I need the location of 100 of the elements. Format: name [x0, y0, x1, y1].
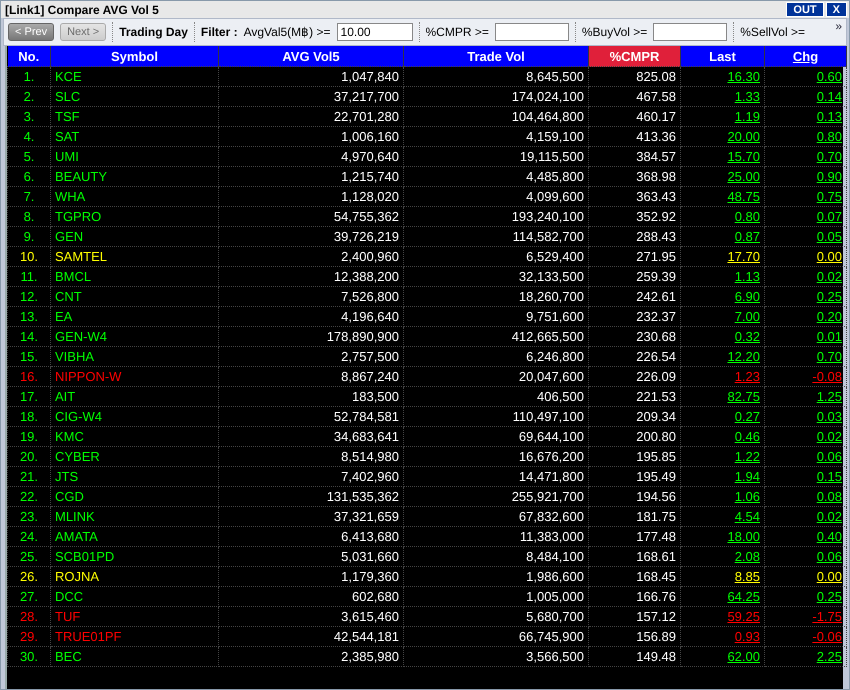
- last-link[interactable]: 16.30: [727, 69, 760, 84]
- symbol-cell[interactable]: CIG-W4: [50, 406, 218, 426]
- last-link[interactable]: 4.54: [734, 509, 760, 524]
- chg-link[interactable]: 0.06: [816, 549, 842, 564]
- last-link[interactable]: 7.00: [734, 309, 760, 324]
- symbol-cell[interactable]: VIBHA: [50, 346, 218, 366]
- chg-link[interactable]: 0.80: [816, 129, 842, 144]
- last-link[interactable]: 25.00: [727, 169, 760, 184]
- last-link[interactable]: 1.23: [734, 369, 760, 384]
- symbol-cell[interactable]: TGPRO: [50, 206, 218, 226]
- last-link[interactable]: 59.25: [727, 609, 760, 624]
- last-link[interactable]: 2.08: [734, 549, 760, 564]
- symbol-cell[interactable]: TRUE01PF: [50, 626, 218, 646]
- last-link[interactable]: 20.00: [727, 129, 760, 144]
- symbol-cell[interactable]: UMI: [50, 146, 218, 166]
- chg-link[interactable]: 0.25: [816, 289, 842, 304]
- last-link[interactable]: 0.27: [734, 409, 760, 424]
- last-link[interactable]: 15.70: [727, 149, 760, 164]
- chg-link[interactable]: 2.25: [816, 649, 842, 664]
- chg-link[interactable]: 0.02: [816, 269, 842, 284]
- last-link[interactable]: 1.33: [734, 89, 760, 104]
- symbol-cell[interactable]: CNT: [50, 286, 218, 306]
- chg-link[interactable]: 0.90: [816, 169, 842, 184]
- filter-field[interactable]: [653, 23, 728, 41]
- column-header[interactable]: Last: [680, 46, 764, 66]
- column-header[interactable]: Trade Vol: [404, 46, 588, 66]
- symbol-cell[interactable]: ROJNA: [50, 566, 218, 586]
- last-link[interactable]: 82.75: [727, 389, 760, 404]
- chg-link[interactable]: 0.20: [816, 309, 842, 324]
- chg-link[interactable]: 0.70: [816, 349, 842, 364]
- chg-link[interactable]: 0.14: [816, 89, 842, 104]
- last-link[interactable]: 48.75: [727, 189, 760, 204]
- symbol-cell[interactable]: CGD: [50, 486, 218, 506]
- symbol-cell[interactable]: SLC: [50, 86, 218, 106]
- last-link[interactable]: 8.85: [734, 569, 760, 584]
- chg-link[interactable]: 0.08: [816, 489, 842, 504]
- symbol-cell[interactable]: KCE: [50, 66, 218, 86]
- chg-link[interactable]: 0.02: [816, 509, 842, 524]
- window-button[interactable]: X: [826, 2, 847, 17]
- symbol-cell[interactable]: KMC: [50, 426, 218, 446]
- last-link[interactable]: 62.00: [727, 649, 760, 664]
- chg-link[interactable]: 0.75: [816, 189, 842, 204]
- chg-link[interactable]: -0.06: [812, 629, 842, 644]
- last-link[interactable]: 12.20: [727, 349, 760, 364]
- chg-link[interactable]: 0.70: [816, 149, 842, 164]
- last-link[interactable]: 17.70: [727, 249, 760, 264]
- symbol-cell[interactable]: WHA: [50, 186, 218, 206]
- symbol-cell[interactable]: EA: [50, 306, 218, 326]
- last-link[interactable]: 6.90: [734, 289, 760, 304]
- column-header[interactable]: %CMPR: [588, 46, 680, 66]
- symbol-cell[interactable]: TSF: [50, 106, 218, 126]
- chg-link[interactable]: 0.15: [816, 469, 842, 484]
- chg-link[interactable]: 0.25: [816, 589, 842, 604]
- symbol-cell[interactable]: BEAUTY: [50, 166, 218, 186]
- last-link[interactable]: 64.25: [727, 589, 760, 604]
- chg-link[interactable]: 0.05: [816, 229, 842, 244]
- chg-link[interactable]: 0.07: [816, 209, 842, 224]
- symbol-cell[interactable]: AMATA: [50, 526, 218, 546]
- chg-link[interactable]: 0.00: [816, 569, 842, 584]
- chg-link[interactable]: -0.08: [812, 369, 842, 384]
- chg-link[interactable]: 0.00: [816, 249, 842, 264]
- last-link[interactable]: 0.32: [734, 329, 760, 344]
- symbol-cell[interactable]: SAT: [50, 126, 218, 146]
- column-header[interactable]: Symbol: [50, 46, 218, 66]
- symbol-cell[interactable]: NIPPON-W: [50, 366, 218, 386]
- last-link[interactable]: 1.06: [734, 489, 760, 504]
- chg-link[interactable]: 0.60: [816, 69, 842, 84]
- last-link[interactable]: 18.00: [727, 529, 760, 544]
- symbol-cell[interactable]: GEN: [50, 226, 218, 246]
- last-link[interactable]: 1.13: [734, 269, 760, 284]
- symbol-cell[interactable]: TUF: [50, 606, 218, 626]
- last-link[interactable]: 0.87: [734, 229, 760, 244]
- chg-link[interactable]: 0.13: [816, 109, 842, 124]
- symbol-cell[interactable]: BMCL: [50, 266, 218, 286]
- last-link[interactable]: 0.93: [734, 629, 760, 644]
- symbol-cell[interactable]: CYBER: [50, 446, 218, 466]
- symbol-cell[interactable]: BEC: [50, 646, 218, 666]
- symbol-cell[interactable]: SAMTEL: [50, 246, 218, 266]
- column-header[interactable]: Chg: [764, 46, 846, 66]
- chg-link[interactable]: 0.02: [816, 429, 842, 444]
- symbol-cell[interactable]: SCB01PD: [50, 546, 218, 566]
- chg-link[interactable]: 0.03: [816, 409, 842, 424]
- filter-field[interactable]: [494, 23, 569, 41]
- last-link[interactable]: 1.22: [734, 449, 760, 464]
- last-link[interactable]: 0.80: [734, 209, 760, 224]
- more-button[interactable]: »: [835, 19, 842, 33]
- chg-link[interactable]: -1.75: [812, 609, 842, 624]
- symbol-cell[interactable]: GEN-W4: [50, 326, 218, 346]
- symbol-cell[interactable]: JTS: [50, 466, 218, 486]
- column-header[interactable]: No.: [8, 46, 50, 66]
- last-link[interactable]: 1.19: [734, 109, 760, 124]
- chg-link[interactable]: 0.06: [816, 449, 842, 464]
- symbol-cell[interactable]: MLINK: [50, 506, 218, 526]
- column-header[interactable]: AVG Vol5: [218, 46, 404, 66]
- window-button[interactable]: OUT: [786, 2, 824, 17]
- chg-link[interactable]: 1.25: [816, 389, 842, 404]
- chg-link[interactable]: 0.40: [816, 529, 842, 544]
- symbol-cell[interactable]: AIT: [50, 386, 218, 406]
- filter-field[interactable]: 10.00: [336, 23, 413, 41]
- last-link[interactable]: 1.94: [734, 469, 760, 484]
